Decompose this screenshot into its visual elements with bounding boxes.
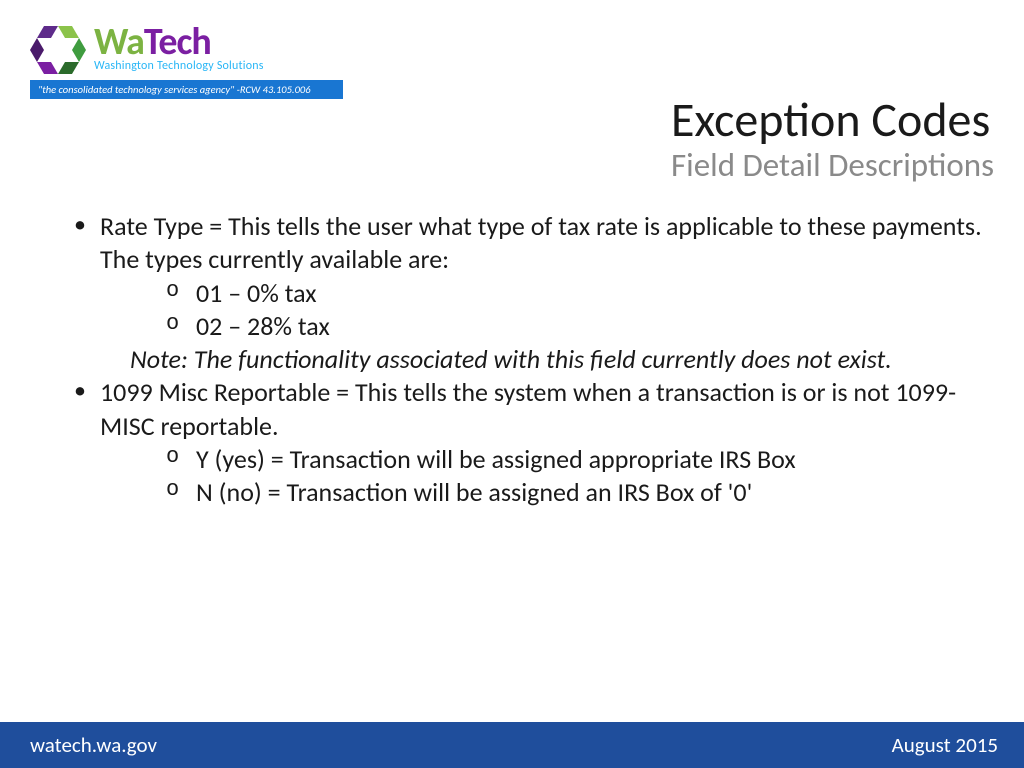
logo-banner: "the consolidated technology services ag… [30, 80, 343, 99]
title-area: Exception Codes Field Detail Description… [671, 95, 994, 184]
note-text: Note: The functionality associated with … [100, 343, 984, 376]
sub-bullet-02: 02 – 28% tax [166, 310, 984, 343]
logo-brand: WaTech [94, 23, 264, 61]
slide-title: Exception Codes [671, 95, 994, 145]
logo-text: WaTech Washington Technology Solutions [94, 23, 264, 73]
sub-bullet-y: Y (yes) = Transaction will be assigned a… [166, 443, 984, 476]
footer-date: August 2015 [892, 732, 998, 758]
bullet-rate-type: Rate Type = This tells the user what typ… [70, 210, 984, 376]
sub-bullet-n: N (no) = Transaction will be assigned an… [166, 476, 984, 509]
logo-tagline: Washington Technology Solutions [94, 59, 264, 73]
logo-row: WaTech Washington Technology Solutions [30, 22, 365, 74]
slide-content: Rate Type = This tells the user what typ… [70, 210, 984, 509]
sub-bullet-01: 01 – 0% tax [166, 277, 984, 310]
logo-area: WaTech Washington Technology Solutions "… [30, 22, 365, 99]
footer-url: watech.wa.gov [30, 732, 157, 758]
logo-hexagon-icon [30, 22, 86, 74]
bullet-misc: 1099 Misc Reportable = This tells the sy… [70, 376, 984, 509]
slide-subtitle: Field Detail Descriptions [671, 147, 994, 183]
bullet-rate-type-text: Rate Type = This tells the user what typ… [100, 210, 982, 275]
bullet-misc-text: 1099 Misc Reportable = This tells the sy… [100, 376, 956, 441]
footer-bar: watech.wa.gov August 2015 [0, 722, 1024, 768]
